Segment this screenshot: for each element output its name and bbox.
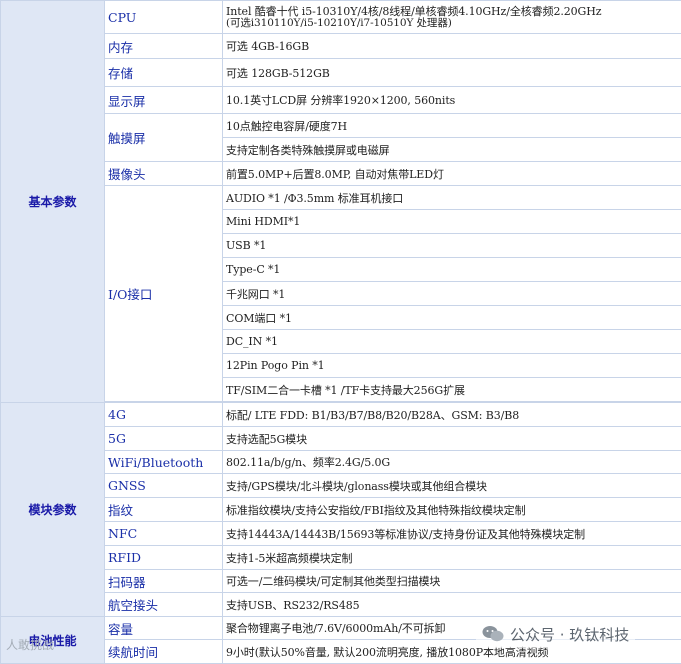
value-io-4: Type-C *1 [223, 258, 681, 282]
value-storage: 可选 128GB-512GB [223, 59, 681, 87]
value-5g: 支持选配5G模块 [223, 427, 681, 451]
label-scanner: 扫码器 [105, 570, 223, 593]
value-nfc: 支持14443A/14443B/15693等标准协议/支持身份证及其他特殊模块定… [223, 522, 681, 546]
group-module: 模块参数 [1, 403, 105, 617]
value-wifi: 802.11a/b/g/n、频率2.4G/5.0G [223, 451, 681, 474]
value-4g: 标配/ LTE FDD: B1/B3/B7/B8/B20/B28A、GSM: B… [223, 403, 681, 427]
value-aviation: 支持USB、RS232/RS485 [223, 593, 681, 617]
label-wifi: WiFi/Bluetooth [105, 451, 223, 474]
row-4g: 模块参数 4G 标配/ LTE FDD: B1/B3/B7/B8/B20/B28… [1, 403, 681, 427]
value-camera: 前置5.0MP+后置8.0MP, 自动对焦带LED灯 [223, 162, 681, 186]
group-basic: 基本参数 [1, 1, 105, 403]
corner-watermark: 人敢挑战 [6, 636, 54, 653]
row-cpu: 基本参数 CPU Intel 酷睿十代 i5-10310Y/4核/8线程/单核睿… [1, 1, 681, 34]
label-capacity: 容量 [105, 617, 223, 640]
label-5g: 5G [105, 427, 223, 451]
label-fingerprint: 指纹 [105, 498, 223, 522]
cpu-note: (可选i310110Y/i5-10210Y/i7-10510Y 处理器) [226, 18, 678, 29]
value-scanner: 可选一/二维码模块/可定制其他类型扫描模块 [223, 570, 681, 593]
value-fingerprint: 标准指纹模块/支持公安指纹/FBI指纹及其他特殊指纹模块定制 [223, 498, 681, 522]
value-io-9: TF/SIM二合一卡槽 *1 /TF卡支持最大256G扩展 [223, 378, 681, 402]
value-touch-1: 10点触控电容屏/硬度7H [223, 114, 681, 138]
label-camera: 摄像头 [105, 162, 223, 186]
label-4g: 4G [105, 403, 223, 427]
value-io-6: COM端口 *1 [223, 306, 681, 330]
value-io-2: Mini HDMI*1 [223, 210, 681, 234]
value-io-3: USB *1 [223, 234, 681, 258]
label-storage: 存储 [105, 59, 223, 87]
value-io-7: DC_IN *1 [223, 330, 681, 354]
label-aviation: 航空接头 [105, 593, 223, 617]
value-cpu: Intel 酷睿十代 i5-10310Y/4核/8线程/单核睿频4.10GHz/… [223, 1, 681, 34]
label-nfc: NFC [105, 522, 223, 546]
value-gnss: 支持/GPS模块/北斗模块/glonass模块或其他组合模块 [223, 474, 681, 498]
label-display: 显示屏 [105, 87, 223, 114]
label-memory: 内存 [105, 34, 223, 59]
wechat-watermark: 公众号 · 玖钛科技 [476, 620, 635, 648]
value-rfid: 支持1-5米超高频模块定制 [223, 546, 681, 570]
value-display: 10.1英寸LCD屏 分辨率1920×1200, 560nits [223, 87, 681, 114]
value-memory: 可选 4GB-16GB [223, 34, 681, 59]
label-cpu: CPU [105, 1, 223, 34]
label-rfid: RFID [105, 546, 223, 570]
label-io: I/O接口 [105, 186, 223, 402]
wechat-icon [482, 625, 504, 643]
watermark-text: 公众号 · 玖钛科技 [510, 624, 629, 645]
spec-table: 基本参数 CPU Intel 酷睿十代 i5-10310Y/4核/8线程/单核睿… [0, 0, 681, 664]
value-io-8: 12Pin Pogo Pin *1 [223, 354, 681, 378]
label-touch: 触摸屏 [105, 114, 223, 162]
label-gnss: GNSS [105, 474, 223, 498]
value-io-5: 千兆网口 *1 [223, 282, 681, 306]
value-io-1: AUDIO *1 /Φ3.5mm 标准耳机接口 [223, 186, 681, 210]
value-touch-2: 支持定制各类特殊触摸屏或电磁屏 [223, 138, 681, 162]
